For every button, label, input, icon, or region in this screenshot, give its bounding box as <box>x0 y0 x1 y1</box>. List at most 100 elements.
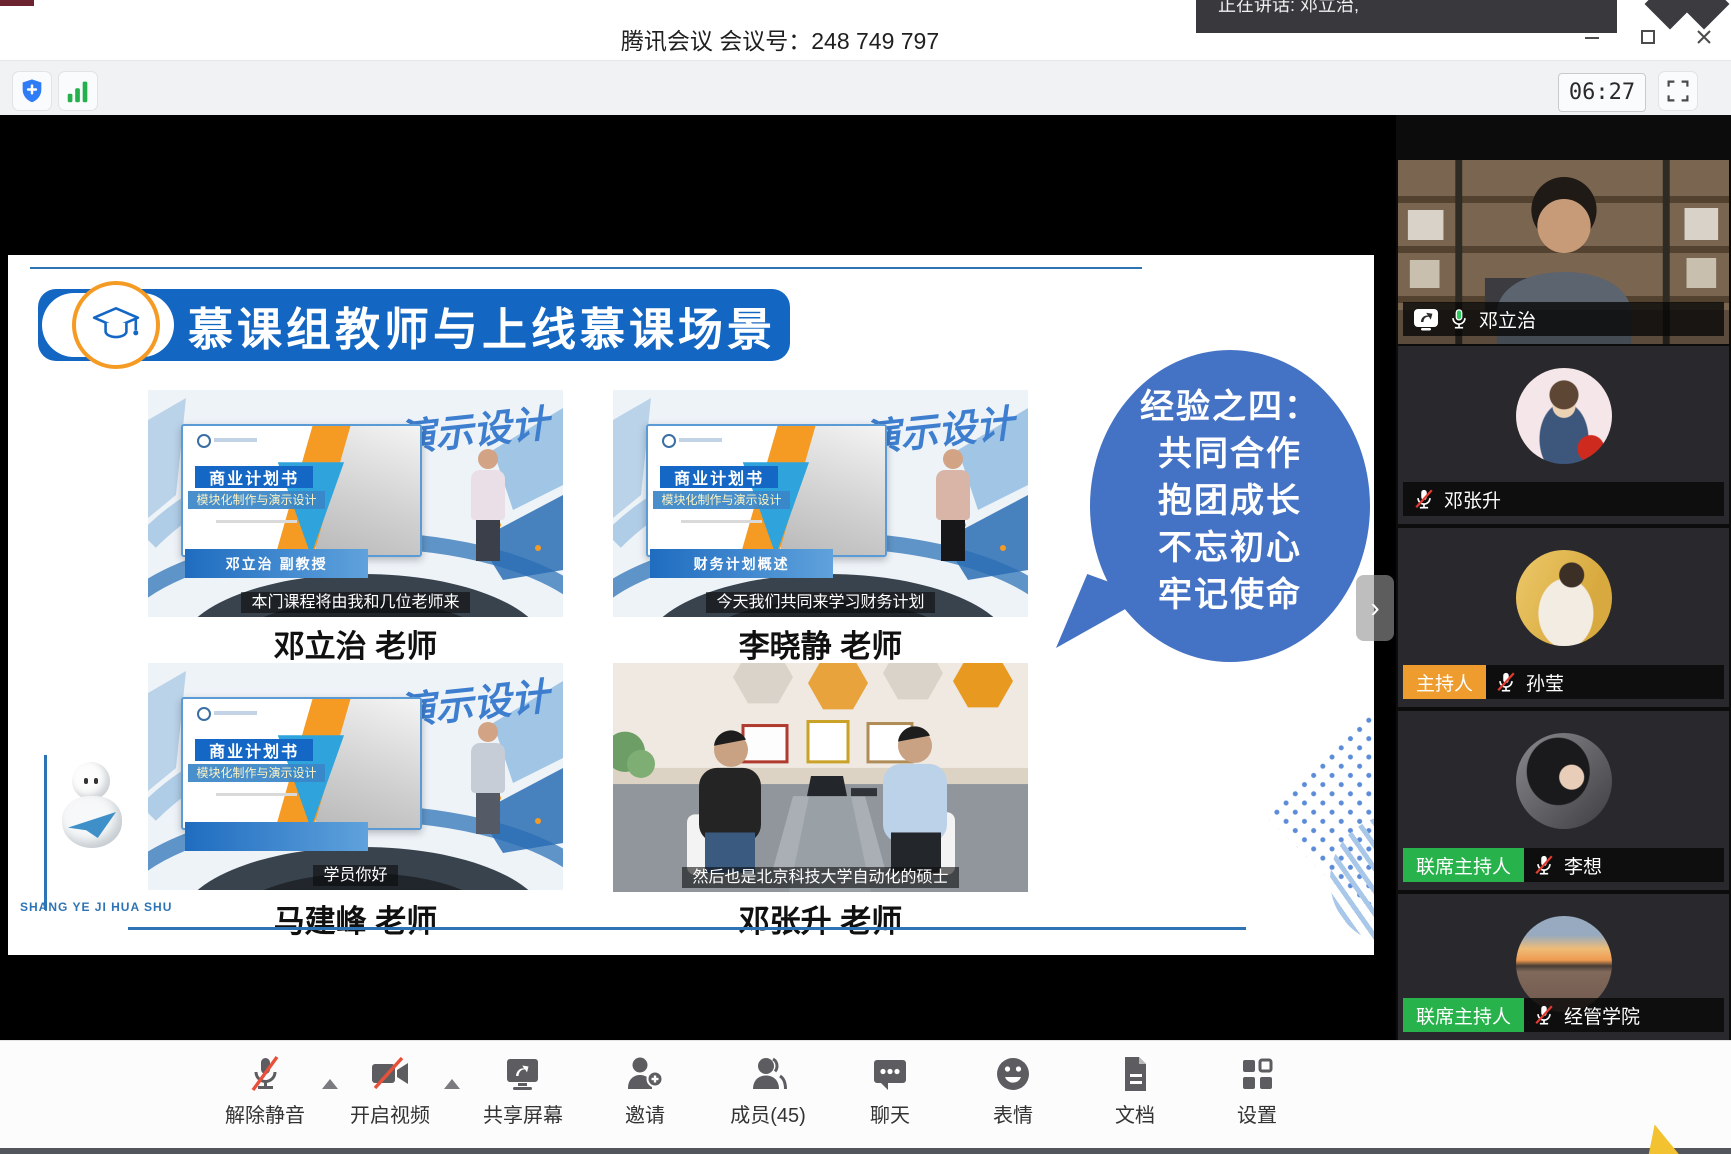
invite-icon <box>623 1052 667 1096</box>
video-subtitle: 然后也是北京科技大学自动化的硕士 <box>613 863 1028 887</box>
mic-muted-icon <box>1495 671 1517 693</box>
participant-tile-li-xiang[interactable]: 联席主持人 李想 <box>1398 711 1729 890</box>
participant-tile-sun-ying[interactable]: 主持人 孙莹 <box>1398 528 1729 707</box>
presenter-legs <box>476 519 500 561</box>
speech-bubble-text: 经验之四： 共同合作 抱团成长 不忘初心 牢记使命 <box>1090 384 1370 619</box>
participant-name: 邓立治 <box>1479 306 1536 333</box>
presenter-legs <box>476 792 500 834</box>
slide-video-ma-jianfeng: 演示设计 商业计划书 模块化制作与演示设计 学员你好 <box>148 663 563 890</box>
share-screen-button[interactable]: 共享屏幕 <box>463 1051 583 1128</box>
meeting-security-button[interactable] <box>12 71 52 111</box>
mic-muted-icon <box>243 1052 287 1096</box>
video-caption: 邓立治 老师 <box>148 621 563 666</box>
shared-screen-stage: 慕课组教师与上线慕课场景 演示设计 <box>0 115 1396 1040</box>
presenter-figure <box>467 449 509 561</box>
fullscreen-button[interactable] <box>1658 71 1698 111</box>
speech-bubble: 经验之四： 共同合作 抱团成长 不忘初心 牢记使命 <box>1090 350 1370 662</box>
emoji-icon <box>991 1052 1035 1096</box>
deck-subtitle: 模块化制作与演示设计 <box>653 491 790 509</box>
network-signal-button[interactable] <box>58 71 98 111</box>
shield-icon <box>18 77 46 105</box>
participant-tile-jingguan-xueyuan[interactable]: 联席主持人 经管学院 <box>1398 894 1729 1040</box>
camera-options-caret[interactable] <box>444 1079 460 1089</box>
meeting-toolbar: 解除静音 开启视频 共享屏幕 <box>0 1040 1731 1148</box>
slide-video-li-xiaojing: 演示设计 商业计划书 模块化制作与演示设计 财务计划概述 今天我们共同来学习财务… <box>613 390 1028 617</box>
members-button[interactable]: 成员(45) <box>708 1051 828 1128</box>
deck-card: 商业计划书 模块化制作与演示设计 <box>181 424 422 557</box>
avatar <box>1516 733 1612 829</box>
settings-button[interactable]: 设置 <box>1197 1051 1317 1128</box>
mic-muted-icon <box>1533 854 1555 876</box>
slide-title: 慕课组教师与上线慕课场景 <box>188 289 776 361</box>
participant-name-bar: 邓立治 <box>1403 302 1724 336</box>
avatar <box>1516 368 1612 464</box>
mascot-caption: SHANG YE JI HUA SHU <box>20 900 170 914</box>
deck-title: 商业计划书 <box>195 739 313 761</box>
chat-button[interactable]: 聊天 <box>830 1051 950 1128</box>
video-subtitle: 本门课程将由我和几位老师来 <box>148 588 563 612</box>
deck-title: 商业计划书 <box>195 466 313 488</box>
chat-icon <box>868 1052 912 1096</box>
chevron-right-icon: › <box>1370 592 1379 624</box>
members-icon <box>746 1052 790 1096</box>
mascot-eye <box>84 778 88 784</box>
video-caption: 马建峰 老师 <box>148 896 563 941</box>
video-subtitle: 学员你好 <box>148 861 563 885</box>
camera-off-icon <box>367 1052 413 1096</box>
expand-panel-button[interactable]: › <box>1356 575 1394 641</box>
cohost-badge: 联席主持人 <box>1403 848 1524 882</box>
video-subtitle: 今天我们共同来学习财务计划 <box>613 588 1028 612</box>
slide-video-deng-lizhi: 演示设计 商业计划书 模块化制作与演示设计 邓立治 副教授 本门课程将由我和几位… <box>148 390 563 617</box>
graduation-cap-badge <box>72 281 160 369</box>
participant-name-bar: 联席主持人 经管学院 <box>1403 998 1724 1032</box>
invite-button[interactable]: 邀请 <box>585 1051 705 1128</box>
deck-subtitle: 模块化制作与演示设计 <box>188 764 325 782</box>
emoji-button[interactable]: 表情 <box>953 1051 1073 1128</box>
participant-name: 孙莹 <box>1526 669 1564 696</box>
deck-title: 商业计划书 <box>660 466 778 488</box>
video-caption: 邓张升 老师 <box>613 896 1028 941</box>
participant-name: 邓张升 <box>1444 486 1501 513</box>
participant-name: 李想 <box>1564 852 1602 879</box>
slide-top-rule <box>30 267 1142 269</box>
participant-tile-deng-zhangsheng[interactable]: 邓张升 <box>1398 346 1729 524</box>
meeting-status-bar: 06:27 <box>0 60 1731 115</box>
maximize-button[interactable] <box>1637 26 1659 48</box>
docs-button[interactable]: 文档 <box>1075 1051 1195 1128</box>
presenter-figure <box>932 449 974 561</box>
mic-on-icon <box>1448 308 1470 330</box>
deck-logo <box>197 707 211 721</box>
video-name-tag: 邓立治 副教授 <box>185 549 368 579</box>
participants-sidebar: 邓立治 邓张升 主持人 <box>1396 115 1731 1040</box>
participant-name: 经管学院 <box>1564 1002 1640 1029</box>
deck-card: 商业计划书 模块化制作与演示设计 <box>646 424 887 557</box>
presenter-figure <box>467 722 509 834</box>
deck-note-line <box>681 520 761 523</box>
start-video-button[interactable]: 开启视频 <box>330 1051 450 1128</box>
mascot-figure: SHANG YE JI HUA SHU <box>34 750 154 920</box>
deck-logo <box>662 434 676 448</box>
fullscreen-icon <box>1665 78 1691 104</box>
share-screen-icon <box>501 1052 545 1096</box>
deck-logo-text-line <box>214 711 257 715</box>
unmute-button[interactable]: 解除静音 <box>205 1051 325 1128</box>
signal-bars-icon <box>64 77 92 105</box>
video-caption: 李晓静 老师 <box>613 621 1028 666</box>
participant-tile-deng-lizhi[interactable]: 邓立治 <box>1398 160 1729 344</box>
screen-sharing-icon <box>1413 306 1439 332</box>
deck-card: 商业计划书 模块化制作与演示设计 <box>181 697 422 830</box>
deck-subtitle: 模块化制作与演示设计 <box>188 491 325 509</box>
deck-note-line <box>216 793 296 796</box>
mic-muted-icon <box>1533 1004 1555 1026</box>
speaking-banner: 正在讲话: 邓立治, <box>1196 0 1617 33</box>
screen-edge-strip <box>0 1148 1731 1154</box>
mascot-eye <box>94 778 98 784</box>
deck-logo <box>197 434 211 448</box>
cohost-badge: 联席主持人 <box>1403 998 1524 1032</box>
deck-logo-text-line <box>679 438 722 442</box>
avatar <box>1516 550 1612 646</box>
screen-edge-artifact <box>0 0 34 6</box>
host-badge: 主持人 <box>1403 665 1486 699</box>
mascot-head <box>72 762 110 800</box>
participant-name-bar: 联席主持人 李想 <box>1403 848 1724 882</box>
